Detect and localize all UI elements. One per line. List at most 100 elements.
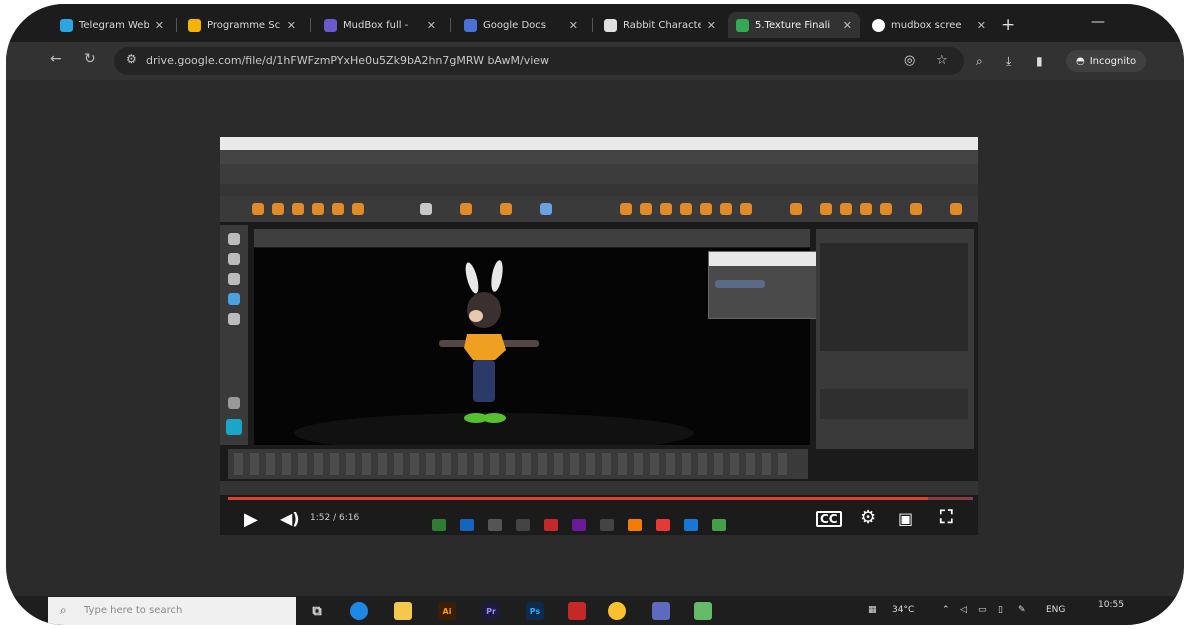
shelf-tool-icon	[540, 203, 552, 215]
paint-tool-icon	[228, 273, 240, 285]
globe-icon	[872, 18, 885, 32]
recorded-taskbar-app-icon	[460, 519, 474, 531]
illustrator-icon[interactable]: Ai	[438, 602, 456, 620]
layout-icon	[228, 397, 240, 409]
volume-icon[interactable]: ◀)	[280, 509, 300, 528]
tab-label: mudbox scree	[891, 19, 962, 31]
recorded-taskbar-app-icon	[432, 519, 446, 531]
photoshop-icon[interactable]: Ps	[526, 602, 544, 620]
move-tool-icon	[228, 293, 240, 305]
reload-icon[interactable]: ↻	[84, 51, 96, 67]
tab-label: Google Docs	[483, 19, 546, 31]
network-icon[interactable]: ▭	[978, 605, 987, 615]
address-bar[interactable]: ⚙ drive.google.com/file/d/1hFWFzmPYxHe0u…	[114, 47, 964, 75]
recorded-shelf	[220, 196, 978, 222]
shelf-plane-icon	[352, 203, 364, 215]
browser-toolbar: ← ↻ ⚙ drive.google.com/file/d/1hFWFzmPYx…	[6, 42, 1184, 80]
panel-layers	[820, 389, 968, 419]
shelf-tool-icon	[840, 203, 852, 215]
speaker-icon[interactable]: ◁	[960, 605, 967, 615]
side-panel-icon[interactable]: ▮	[1036, 54, 1043, 68]
subtitles-icon[interactable]: CC	[816, 511, 842, 527]
tab-divider	[592, 18, 593, 32]
panel-list	[820, 243, 968, 351]
task-view-icon[interactable]: ⧉	[308, 602, 326, 620]
close-icon[interactable]: ✕	[427, 19, 436, 32]
site-info-icon[interactable]: ⚙	[126, 52, 137, 66]
shelf-tool-icon	[790, 203, 802, 215]
tab-divider	[450, 18, 451, 32]
maya-logo-icon	[226, 419, 242, 435]
file-explorer-icon[interactable]	[394, 602, 412, 620]
recorded-viewport-toolbar	[254, 229, 810, 247]
cast-icon[interactable]: ⌕	[976, 54, 983, 69]
shelf-tool-icon	[950, 203, 962, 215]
clock-text[interactable]: 10:55	[1098, 600, 1124, 610]
tab-programme[interactable]: Programme Sc ✕	[180, 12, 304, 38]
minimize-button[interactable]: —	[1091, 14, 1105, 30]
fullscreen-icon[interactable]: ⛶	[940, 507, 953, 528]
gear-icon[interactable]: ⚙	[860, 507, 876, 528]
search-placeholder: Type here to search	[84, 605, 183, 616]
acrobat-icon[interactable]	[568, 602, 586, 620]
pen-icon[interactable]: ✎	[1018, 605, 1026, 615]
shelf-cylinder-icon	[292, 203, 304, 215]
video-progress-bar[interactable]	[228, 497, 973, 500]
close-icon[interactable]: ✕	[707, 19, 716, 32]
close-icon[interactable]: ✕	[977, 19, 986, 32]
recorded-taskbar-app-icon	[516, 519, 530, 531]
weather-icon[interactable]: ▦	[868, 605, 877, 615]
new-tab-button[interactable]: +	[1001, 15, 1015, 35]
back-arrow-icon[interactable]: ←	[50, 51, 62, 67]
tab-google-docs[interactable]: Google Docs ✕	[456, 12, 586, 38]
edge-icon[interactable]	[350, 602, 368, 620]
lasso-tool-icon	[228, 253, 240, 265]
temperature-text[interactable]: 34°C	[892, 605, 914, 615]
close-icon[interactable]: ✕	[287, 19, 296, 32]
recorded-taskbar-app-icon	[600, 519, 614, 531]
close-icon[interactable]: ✕	[843, 19, 852, 32]
tab-mudbox-screen[interactable]: mudbox scree ✕	[864, 12, 994, 38]
miniplayer-icon[interactable]: ▣	[898, 509, 913, 528]
telegram-icon	[60, 18, 73, 32]
shelf-tool-icon	[820, 203, 832, 215]
play-icon[interactable]: ▶	[244, 509, 258, 530]
video-player[interactable]: ▶ ◀) 1:52 / 6:16 CC ⚙ ▣ ⛶	[220, 137, 978, 535]
chrome-icon[interactable]	[608, 602, 626, 620]
tab-divider	[176, 18, 177, 32]
recorded-taskbar-app-icon	[712, 519, 726, 531]
premiere-icon[interactable]: Pr	[482, 602, 500, 620]
tab-mudbox[interactable]: MudBox full - ✕	[316, 12, 444, 38]
tab-label: MudBox full -	[343, 19, 409, 31]
tab-telegram[interactable]: Telegram Web ✕	[52, 12, 172, 38]
tab-label: Programme Sc	[207, 19, 281, 31]
tab-texture-finali[interactable]: 5.Texture Finali ✕	[728, 12, 860, 38]
close-icon[interactable]: ✕	[155, 19, 164, 32]
shelf-tool-icon	[420, 203, 432, 215]
star-icon[interactable]: ☆	[936, 53, 948, 68]
download-icon[interactable]: ⤓	[1006, 54, 1011, 69]
chevron-up-icon[interactable]: ⌃	[942, 605, 950, 615]
incognito-label: Incognito	[1089, 55, 1137, 67]
url-text[interactable]: drive.google.com/file/d/1hFWFzmPYxHe0u5Z…	[146, 54, 549, 67]
battery-icon[interactable]: ▯	[998, 605, 1003, 615]
video-controls: ▶ ◀) 1:52 / 6:16 CC ⚙ ▣ ⛶	[220, 505, 978, 535]
recorded-window-titlebar	[220, 137, 978, 150]
app-icon[interactable]	[694, 602, 712, 620]
shelf-tool-icon	[910, 203, 922, 215]
tab-rabbit-character[interactable]: Rabbit Characte ✕	[596, 12, 724, 38]
recorded-taskbar-app-icon	[628, 519, 642, 531]
taskbar-search-box[interactable]: ⌕ Type here to search	[48, 597, 296, 625]
shelf-tool-icon	[640, 203, 652, 215]
shelf-torus-icon	[332, 203, 344, 215]
search-icon: ⌕	[60, 603, 67, 617]
close-icon[interactable]: ✕	[569, 19, 578, 32]
image-icon	[604, 18, 617, 32]
recorded-taskbar-app-icon	[684, 519, 698, 531]
photos-icon[interactable]	[652, 602, 670, 620]
eye-off-icon[interactable]: ◎	[904, 53, 915, 68]
language-indicator[interactable]: ENG	[1046, 605, 1065, 615]
shelf-tool-icon	[460, 203, 472, 215]
incognito-badge[interactable]: ◓ Incognito	[1066, 50, 1147, 72]
recorded-menubar	[220, 150, 978, 164]
